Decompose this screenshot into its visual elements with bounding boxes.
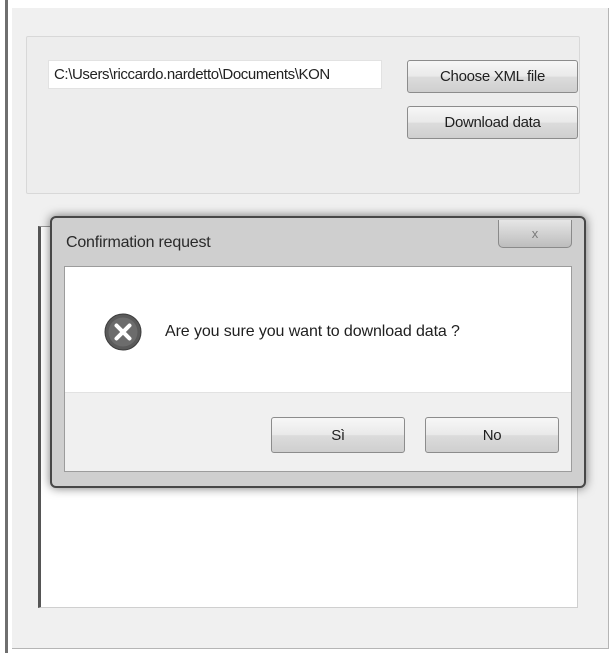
close-icon: x xyxy=(531,226,539,241)
dialog-content: Are you sure you want to download data ?… xyxy=(64,266,572,472)
dialog-close-button[interactable]: x xyxy=(498,220,572,248)
confirmation-dialog: Confirmation request x Are you sure you … xyxy=(50,216,586,488)
window-edge xyxy=(5,0,8,653)
confirmation-message: Are you sure you want to download data ? xyxy=(165,323,460,340)
dialog-title: Confirmation request xyxy=(66,234,211,251)
file-path-field[interactable]: C:\Users\riccardo.nardetto\Documents\KON xyxy=(48,60,382,89)
yes-button[interactable]: Sì xyxy=(271,417,405,453)
download-data-button[interactable]: Download data xyxy=(407,106,578,139)
no-button[interactable]: No xyxy=(425,417,559,453)
choose-xml-file-button[interactable]: Choose XML file xyxy=(407,60,578,93)
screen: C:\Users\riccardo.nardetto\Documents\KON… xyxy=(0,0,610,653)
error-x-icon xyxy=(104,313,142,351)
